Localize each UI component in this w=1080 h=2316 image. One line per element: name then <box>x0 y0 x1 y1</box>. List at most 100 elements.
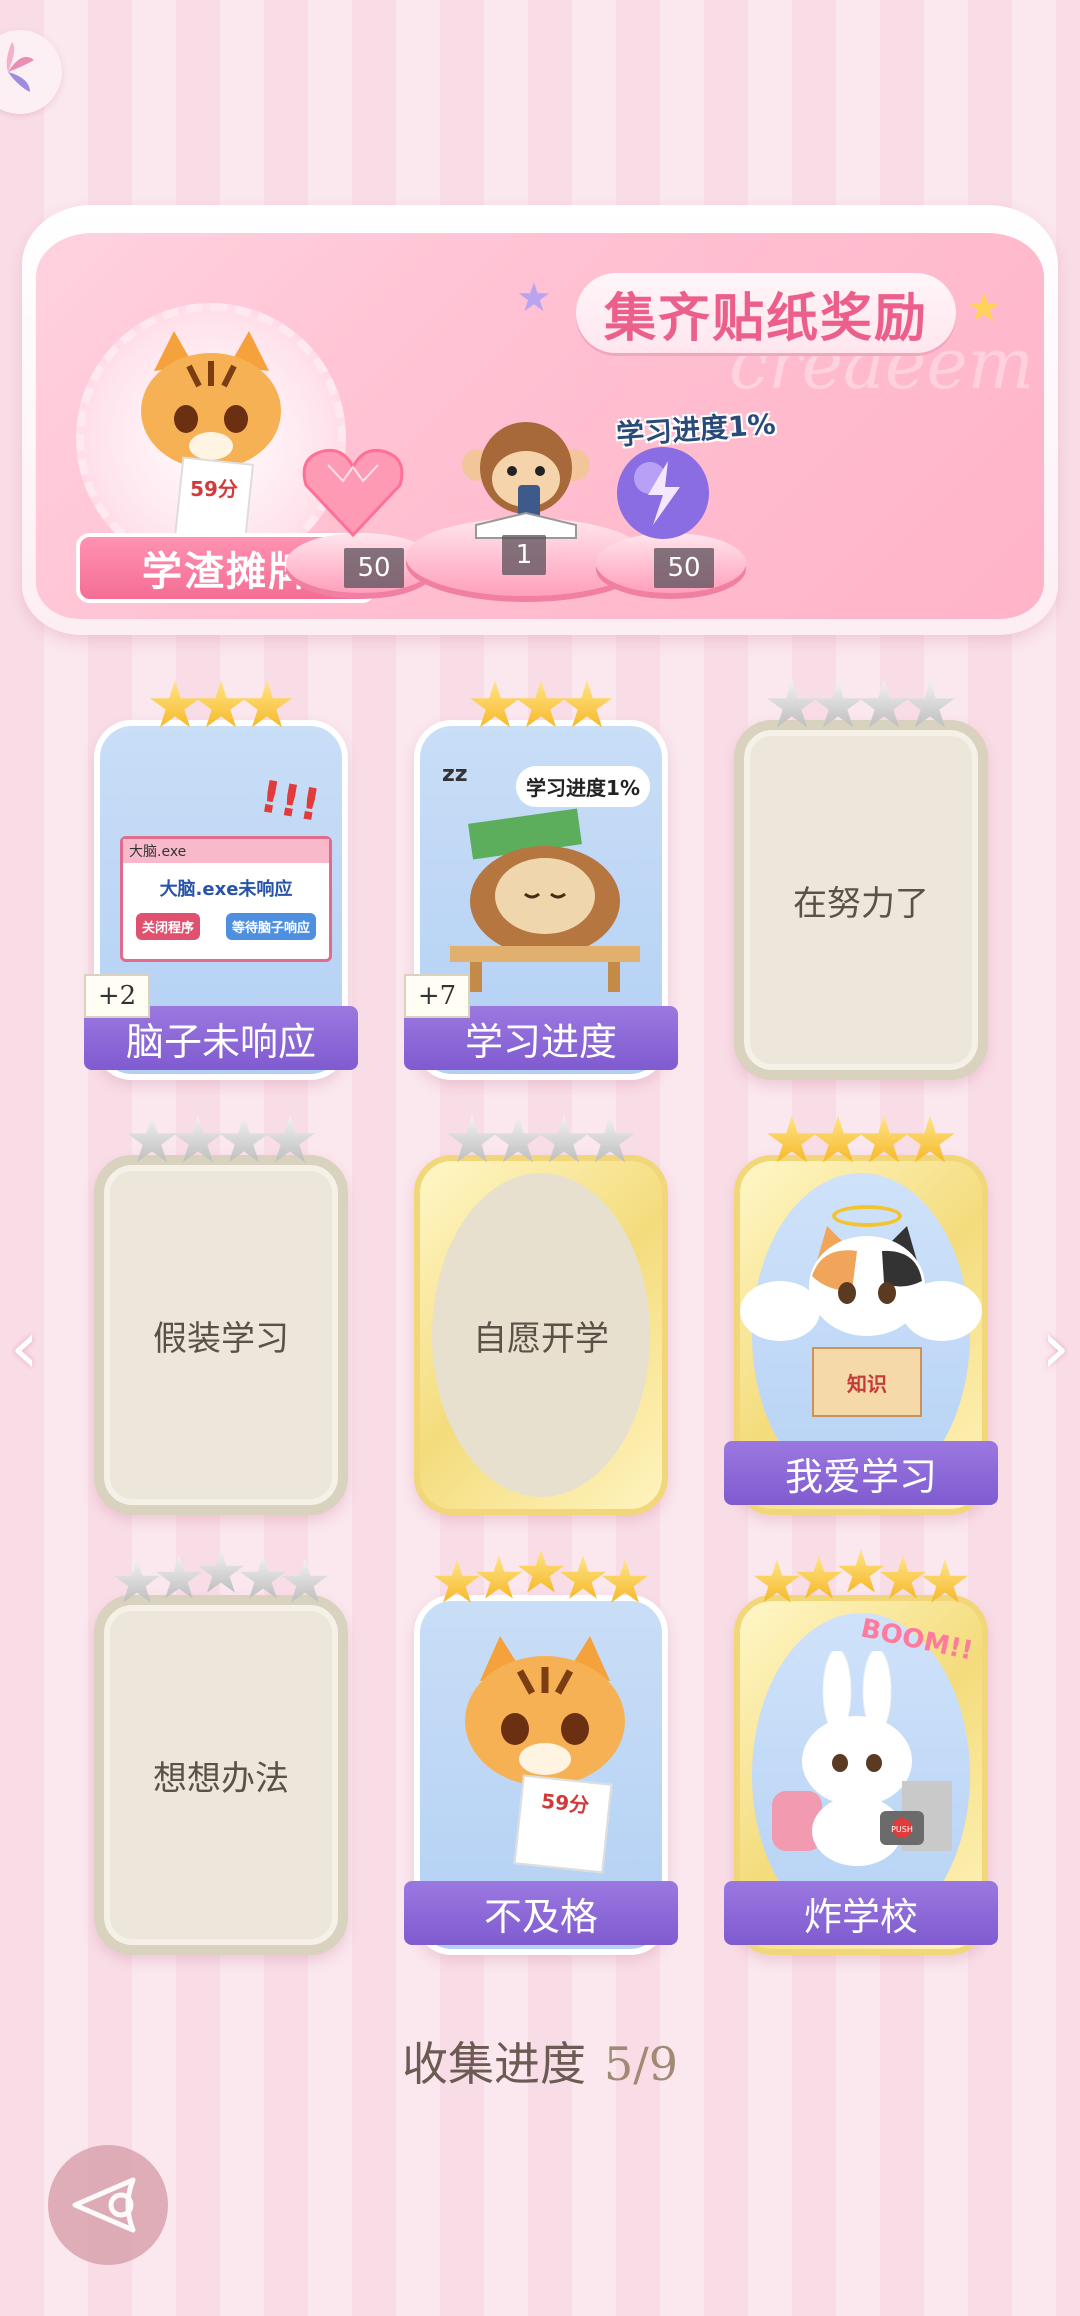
star-icon <box>475 1555 523 1599</box>
collection-progress: 收集进度 5/9 <box>0 2028 1080 2094</box>
collection-label: 收集进度 <box>401 2037 586 2091</box>
star-icon <box>813 1115 863 1163</box>
window-message: 大脑.exe未响应 <box>159 879 293 900</box>
star-icon <box>196 680 246 728</box>
card-name: 我爱学习 <box>724 1441 998 1505</box>
card-body: 自愿开学 <box>414 1155 668 1515</box>
star-icon <box>559 1555 607 1599</box>
prev-page-arrow[interactable]: ‹ <box>10 1305 39 1389</box>
star-rating <box>414 1107 668 1167</box>
star-icon <box>767 1115 817 1163</box>
monkey-count: 1 <box>502 535 546 575</box>
star-icon <box>493 1115 543 1163</box>
sticker-card-locked-think[interactable]: 想想办法 <box>94 1549 348 1955</box>
star-icon <box>219 1115 269 1163</box>
star-icon <box>795 1555 843 1599</box>
star-icon <box>433 1559 481 1603</box>
sticker-card-locked-trying[interactable]: 在努力了 <box>734 680 988 1080</box>
pinwheel-button[interactable] <box>0 30 62 114</box>
star-icon <box>837 1549 885 1593</box>
star-icon <box>905 680 955 728</box>
star-icon <box>921 1559 969 1603</box>
star-icon <box>447 1115 497 1163</box>
plus-tag: +2 <box>84 974 150 1018</box>
star-icon <box>113 1559 161 1603</box>
star-rating <box>734 1547 988 1607</box>
book-icon: 知识 <box>812 1347 922 1417</box>
sleep-zz-text: zz <box>442 762 468 787</box>
calico-cat-icon <box>809 1226 925 1336</box>
purple-star-icon: ★ <box>516 275 552 321</box>
star-icon <box>197 1549 245 1593</box>
star-icon <box>905 1115 955 1163</box>
star-icon <box>859 680 909 728</box>
star-icon <box>859 1115 909 1163</box>
star-icon <box>242 680 292 728</box>
sticker-card-love-study[interactable]: 知识 我爱学习 <box>724 1115 998 1515</box>
monkey-sticker-icon <box>462 422 590 539</box>
sticker-card-blow-school[interactable]: BOOM!! PUSH 炸学校 <box>724 1549 998 1955</box>
star-icon <box>127 1115 177 1163</box>
reward-banner: creaeem ★ ★ 集齐贴纸奖励 59分 学渣摊牌 50 学习进度1% 1 … <box>22 205 1058 635</box>
star-icon <box>173 1115 223 1163</box>
star-icon <box>562 680 612 728</box>
star-icon <box>879 1555 927 1599</box>
star-icon <box>753 1559 801 1603</box>
heart-count: 50 <box>344 548 404 588</box>
sticker-card-locked-voluntary[interactable]: 自愿开学 <box>414 1115 668 1515</box>
star-icon <box>239 1555 287 1599</box>
speech-bubble: 学习进度1% <box>516 766 650 807</box>
star-icon <box>281 1559 329 1603</box>
card-body: 假装学习 <box>94 1155 348 1515</box>
card-name: 不及格 <box>404 1881 678 1945</box>
badge-paper-text: 59分 <box>190 477 238 501</box>
star-icon <box>155 1555 203 1599</box>
exclaim-text: !!! <box>255 771 324 832</box>
card-body: 在努力了 <box>734 720 988 1080</box>
star-icon <box>517 1549 565 1593</box>
star-icon <box>585 1115 635 1163</box>
window-title: 大脑.exe <box>123 839 329 863</box>
heart-gem-icon <box>302 448 404 538</box>
banner-inner: creaeem ★ ★ 集齐贴纸奖励 59分 学渣摊牌 50 学习进度1% 1 … <box>36 233 1044 619</box>
card-body: 想想办法 <box>94 1595 348 1955</box>
star-icon <box>265 1115 315 1163</box>
star-icon <box>150 680 200 728</box>
card-name: 想想办法 <box>153 1758 289 1799</box>
star-icon <box>539 1115 589 1163</box>
star-icon <box>516 680 566 728</box>
sticker-card-locked-pretend[interactable]: 假装学习 <box>94 1115 348 1515</box>
card-name: 炸学校 <box>724 1881 998 1945</box>
banner-title: 集齐贴纸奖励 <box>576 273 956 353</box>
next-page-arrow[interactable]: › <box>1041 1305 1070 1389</box>
card-name: 自愿开学 <box>473 1318 609 1359</box>
plus-tag: +7 <box>404 974 470 1018</box>
test-paper: 59分 <box>513 1774 613 1874</box>
sticker-card-study-progress[interactable]: zz 学习进度1% +7 学习进度 <box>404 680 678 1080</box>
back-button[interactable] <box>48 2145 168 2265</box>
star-rating <box>414 672 668 732</box>
star-rating <box>94 1547 348 1607</box>
star-icon <box>601 1559 649 1603</box>
star-rating <box>414 1547 668 1607</box>
star-rating <box>94 672 348 732</box>
card-name: 假装学习 <box>153 1318 289 1359</box>
card-illustration: !!! 大脑.exe 大脑.exe未响应 关闭程序 等待脑子响应 <box>100 726 342 1004</box>
yellow-star-icon: ★ <box>966 285 1002 331</box>
pinwheel-icon <box>6 42 34 92</box>
sloth-sleeping-icon <box>450 808 640 992</box>
lightning-orb-icon <box>617 447 709 539</box>
push-text: PUSH <box>891 1825 913 1834</box>
collection-value: 5/9 <box>603 2037 679 2091</box>
sticker-card-brain[interactable]: !!! 大脑.exe 大脑.exe未响应 关闭程序 等待脑子响应 +2 脑子未响… <box>84 680 358 1080</box>
star-icon <box>813 680 863 728</box>
star-rating <box>734 672 988 732</box>
wait-brain-label: 等待脑子响应 <box>225 913 316 940</box>
card-illustration: zz 学习进度1% <box>420 726 662 1004</box>
sticker-card-fail[interactable]: 59分 不及格 <box>404 1549 678 1955</box>
back-arrow-icon <box>72 2177 136 2233</box>
close-program-label: 关闭程序 <box>135 913 200 940</box>
star-icon <box>767 680 817 728</box>
bunny-icon: PUSH <box>772 1651 952 1866</box>
popup-window: 大脑.exe 大脑.exe未响应 关闭程序 等待脑子响应 <box>120 836 332 962</box>
